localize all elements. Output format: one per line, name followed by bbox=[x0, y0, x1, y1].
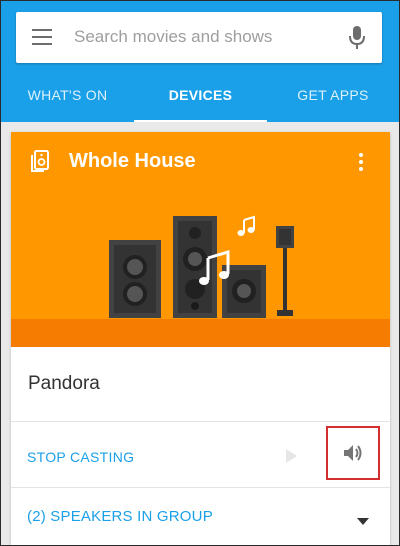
device-hero: Whole House bbox=[11, 132, 390, 347]
tab-bar: WHAT'S ON DEVICES GET APPS bbox=[1, 76, 399, 122]
hamburger-menu-icon[interactable] bbox=[32, 29, 52, 45]
now-playing-title: Pandora bbox=[28, 373, 100, 394]
divider bbox=[11, 487, 390, 488]
more-vertical-icon[interactable] bbox=[358, 153, 364, 173]
speakers-illustration bbox=[109, 215, 294, 318]
speakers-in-group-toggle[interactable]: (2) SPEAKERS IN GROUP bbox=[27, 508, 213, 525]
stop-casting-button[interactable]: STOP CASTING bbox=[27, 449, 134, 465]
app-frame: Search movies and shows WHAT'S ON DEVICE… bbox=[0, 0, 400, 546]
device-card: Whole House Pandora STOP CASTING (2) SPE… bbox=[11, 132, 390, 545]
divider bbox=[11, 421, 390, 422]
app-bar: Search movies and shows WHAT'S ON DEVICE… bbox=[1, 1, 399, 122]
volume-button[interactable] bbox=[326, 426, 380, 480]
device-group-title: Whole House bbox=[69, 150, 196, 172]
tab-whats-on[interactable]: WHAT'S ON bbox=[1, 76, 134, 122]
microphone-icon[interactable] bbox=[347, 25, 367, 51]
search-input[interactable]: Search movies and shows bbox=[74, 27, 272, 47]
hero-band bbox=[11, 319, 390, 347]
speaker-group-icon bbox=[30, 150, 50, 172]
active-tab-indicator bbox=[134, 120, 267, 122]
play-icon[interactable] bbox=[284, 448, 298, 464]
tab-get-apps[interactable]: GET APPS bbox=[267, 76, 399, 122]
caret-down-icon[interactable] bbox=[357, 513, 369, 525]
tab-devices[interactable]: DEVICES bbox=[134, 76, 267, 122]
volume-icon bbox=[344, 445, 362, 461]
search-bar[interactable]: Search movies and shows bbox=[16, 12, 382, 63]
